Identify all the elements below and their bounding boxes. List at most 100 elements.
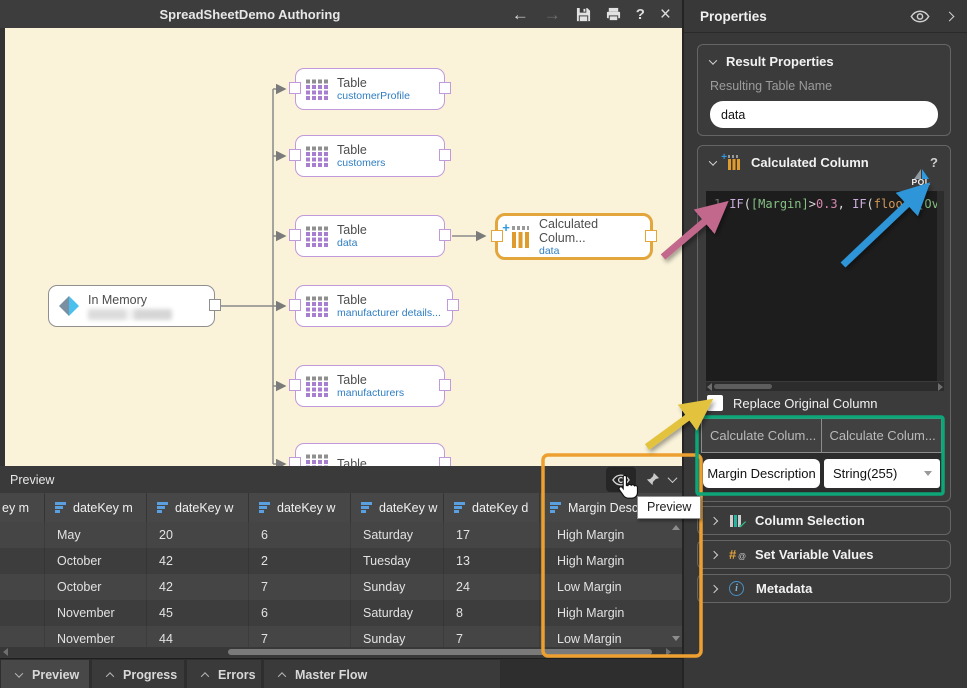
node-subtitle: manufacturer details... — [337, 307, 441, 319]
table-node-manufacturer-details[interactable]: Table manufacturer details... — [295, 285, 453, 327]
tab-master-flow[interactable]: Master Flow — [264, 660, 500, 688]
editor-horizontal-scrollbar[interactable] — [706, 382, 944, 391]
node-title: Table — [337, 293, 441, 307]
scroll-right-icon[interactable] — [938, 383, 943, 391]
tab-label: Progress — [123, 668, 177, 682]
grid-column-header[interactable]: Calculate Colum... — [701, 418, 822, 453]
tab-preview[interactable]: Preview — [1, 660, 89, 688]
table-row[interactable]: October422Tuesday13High Margin — [0, 548, 683, 574]
table-node-customerprofile[interactable]: Table customerProfile — [295, 68, 445, 110]
table-node-manufacturers[interactable]: Table manufacturers — [295, 365, 445, 407]
table-cell — [0, 574, 45, 600]
table-cell: 24 — [444, 574, 540, 600]
formula-editor[interactable]: 1IF([Margin]>0.3, IF(floor([Ov — [706, 191, 944, 381]
node-title: Calculated Colum... — [539, 217, 640, 245]
save-icon[interactable] — [576, 7, 591, 22]
help-icon[interactable]: ? — [930, 155, 938, 170]
output-port[interactable] — [645, 230, 657, 242]
pin-icon[interactable] — [645, 472, 660, 487]
input-port[interactable] — [289, 82, 301, 94]
help-icon[interactable]: ? — [636, 7, 645, 22]
in-memory-node[interactable]: In Memory — [48, 285, 215, 327]
tab-progress[interactable]: Progress — [92, 660, 184, 688]
output-port[interactable] — [209, 299, 221, 311]
input-value: data — [721, 108, 745, 122]
preview-column-header[interactable]: dateKey m — [45, 493, 147, 522]
in-memory-icon — [59, 296, 79, 316]
input-port[interactable] — [289, 379, 301, 391]
editor-vertical-scrollbar[interactable] — [937, 191, 944, 381]
eye-icon[interactable] — [910, 10, 930, 23]
result-properties-header[interactable]: Result Properties — [698, 45, 950, 75]
section-column-selection[interactable]: ✓ Column Selection — [697, 506, 951, 535]
table-row[interactable]: October427Sunday24Low Margin — [0, 574, 683, 600]
table-cell — [0, 548, 45, 574]
section-label: Set Variable Values — [755, 547, 874, 562]
preview-column-header[interactable]: dateKey d — [444, 493, 540, 522]
table-row[interactable]: May206Saturday17High Margin — [0, 522, 683, 548]
code-token: > — [809, 197, 816, 211]
table-row[interactable]: November456Saturday8High Margin — [0, 600, 683, 626]
output-port[interactable] — [439, 379, 451, 391]
output-port[interactable] — [439, 229, 451, 241]
table-cell: 17 — [444, 522, 540, 548]
tab-errors[interactable]: Errors — [187, 660, 261, 688]
scroll-up-icon[interactable] — [672, 525, 680, 530]
collapse-panel-icon[interactable] — [945, 11, 955, 21]
chevron-down-icon — [709, 157, 717, 165]
close-icon[interactable]: × — [660, 5, 671, 24]
preview-horizontal-scrollbar[interactable] — [0, 647, 683, 657]
chevron-right-icon — [710, 550, 718, 558]
output-port[interactable] — [439, 82, 451, 94]
scroll-left-icon[interactable] — [3, 648, 8, 656]
table-cell: Low Margin — [540, 574, 683, 600]
grid-column-header[interactable]: Calculate Colum... — [822, 418, 943, 453]
table-row[interactable]: November447Sunday7Low Margin — [0, 626, 683, 647]
preview-column-header[interactable]: dateKey w — [147, 493, 249, 522]
scrollbar-thumb[interactable] — [714, 384, 772, 389]
data-type-dropdown[interactable]: String(255) — [824, 459, 940, 488]
result-properties-group: Result Properties Resulting Table Name d… — [697, 44, 951, 136]
preview-column-header[interactable]: ey m — [0, 493, 45, 522]
table-cell: 8 — [444, 600, 540, 626]
replace-original-column-checkbox[interactable] — [707, 395, 723, 411]
chevron-down-icon — [709, 56, 717, 64]
calculated-column-node[interactable]: + Calculated Colum... data — [495, 213, 653, 260]
table-cell: Tuesday — [351, 548, 444, 574]
output-port[interactable] — [439, 457, 451, 466]
input-port[interactable] — [289, 299, 301, 311]
table-node-customers[interactable]: Table customers — [295, 135, 445, 177]
title-bar: SpreadSheetDemo Authoring ← → ? × — [0, 0, 683, 28]
section-metadata[interactable]: i Metadata — [697, 574, 951, 603]
chevron-right-icon — [710, 516, 718, 524]
scroll-right-icon[interactable] — [666, 648, 671, 656]
collapse-preview-icon[interactable] — [668, 473, 678, 483]
pql-toggle[interactable]: PQL — [906, 169, 936, 187]
forward-icon[interactable]: → — [544, 6, 561, 23]
scrollbar-thumb[interactable] — [228, 649, 652, 655]
column-name-field[interactable]: Margin Description — [703, 459, 820, 488]
table-node-clipped[interactable]: Table — [295, 443, 445, 466]
input-port[interactable] — [289, 229, 301, 241]
table-cell — [0, 522, 45, 548]
flow-canvas[interactable]: In Memory Table customerProfile Table cu… — [5, 28, 683, 466]
print-icon[interactable] — [606, 7, 621, 22]
scroll-down-icon[interactable] — [672, 636, 680, 641]
preview-column-header[interactable]: dateKey w — [249, 493, 351, 522]
table-node-data[interactable]: Table data — [295, 215, 445, 257]
resulting-table-name-input[interactable]: data — [710, 101, 938, 128]
code-line: 1IF([Margin]>0.3, IF(floor([Ov — [706, 191, 944, 211]
section-title: Result Properties — [726, 54, 834, 69]
table-cell: 42 — [147, 574, 249, 600]
output-port[interactable] — [447, 299, 459, 311]
preview-column-header[interactable]: dateKey w — [351, 493, 444, 522]
section-set-variable-values[interactable]: #@ Set Variable Values — [697, 540, 951, 569]
back-icon[interactable]: ← — [512, 6, 529, 23]
code-token: ( — [867, 197, 874, 211]
calculated-column-grid: Calculate Colum... Calculate Colum... Ma… — [701, 418, 942, 494]
input-port[interactable] — [289, 149, 301, 161]
code-token: IF — [852, 197, 866, 211]
output-port[interactable] — [439, 149, 451, 161]
scroll-left-icon[interactable] — [707, 383, 712, 391]
input-port[interactable] — [289, 457, 301, 466]
